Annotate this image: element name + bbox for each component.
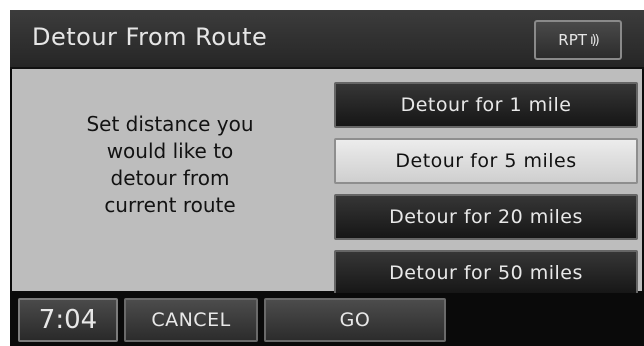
content-panel: Set distance you would like to detour fr… (12, 69, 642, 296)
go-button[interactable]: GO (264, 298, 446, 342)
speaker-waves-icon: ı)) (589, 32, 600, 48)
detour-50-miles-button[interactable]: Detour for 50 miles (334, 250, 638, 296)
clock-display: 7:04 (18, 298, 118, 342)
header-bar: Detour From Route RPT ı)) (10, 10, 644, 69)
detour-5-miles-button[interactable]: Detour for 5 miles (334, 138, 638, 184)
repeat-label: RPT (558, 31, 587, 49)
instruction-text: Set distance you would like to detour fr… (86, 112, 254, 217)
repeat-button[interactable]: RPT ı)) (534, 20, 622, 60)
detour-20-miles-button[interactable]: Detour for 20 miles (334, 194, 638, 240)
bottom-bar: 7:04 CANCEL GO (10, 293, 644, 346)
nav-screen: Detour From Route RPT ı)) Set distance y… (10, 10, 644, 346)
detour-1-mile-button[interactable]: Detour for 1 mile (334, 82, 638, 128)
cancel-button[interactable]: CANCEL (124, 298, 258, 342)
page-title: Detour From Route (32, 23, 268, 51)
